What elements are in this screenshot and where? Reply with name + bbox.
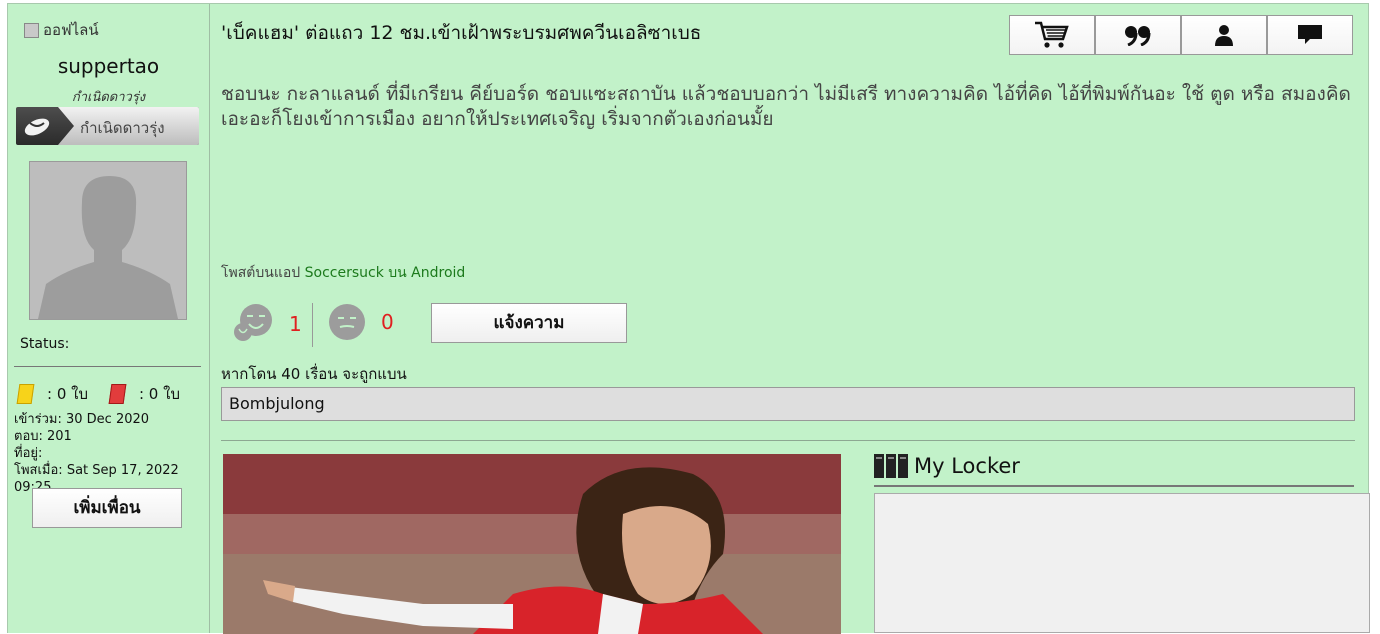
locker-icon (874, 454, 908, 478)
user-icon (1215, 25, 1233, 46)
yellow-card-icon (16, 384, 35, 404)
report-button[interactable]: แจ้งความ (431, 303, 627, 343)
card-counts: : 0 ใบ : 0 ใบ (16, 382, 180, 406)
sandal-icon (24, 118, 50, 136)
post-title[interactable]: 'เบ็คแฮม' ต่อแถว 12 ชม.เข้าเฝ้าพระบรมศพค… (221, 18, 701, 48)
quote-icon (1125, 26, 1151, 46)
locker-header: My Locker (874, 454, 1020, 478)
dislike-vote[interactable]: 0 (327, 302, 394, 342)
locker-title: My Locker (914, 454, 1020, 478)
post-photo[interactable] (223, 454, 841, 634)
dislike-count: 0 (381, 310, 394, 334)
post-container: ออฟไลน์ suppertao กำเนิดดาวรุ่ง กำเนิดดา… (7, 3, 1370, 634)
player-photo (223, 454, 841, 634)
cart-icon (1035, 21, 1069, 48)
user-panel: ออฟไลน์ suppertao กำเนิดดาวรุ่ง กำเนิดดา… (8, 4, 210, 633)
online-status: ออฟไลน์ (24, 18, 99, 42)
profile-button[interactable] (1181, 15, 1267, 55)
rank-title: กำเนิดดาวรุ่ง (71, 90, 146, 105)
laughing-face-icon (234, 304, 272, 341)
avatar[interactable] (29, 161, 187, 320)
signature: Bombjulong (221, 387, 1355, 421)
like-vote[interactable]: 1 (233, 302, 302, 346)
like-count: 1 (289, 312, 302, 336)
offline-indicator-icon (24, 22, 39, 38)
vote-divider (312, 303, 313, 347)
red-card-icon (108, 384, 127, 404)
locker-content (874, 493, 1370, 633)
add-friend-button[interactable]: เพิ่มเพื่อน (32, 488, 182, 528)
app-link[interactable]: Soccersuck บน Android (305, 265, 466, 281)
post-body: ชอบนะ กะลาแลนด์ ที่มีเกรียน คีย์บอร์ด ชอ… (221, 83, 1351, 130)
message-button[interactable] (1267, 15, 1353, 55)
posted-via: โพสต์บนแอป Soccersuck บน Android (221, 262, 465, 284)
posted-via-prefix: โพสต์บนแอป (221, 265, 305, 281)
quote-button[interactable] (1095, 15, 1181, 55)
status-label: Status: (20, 336, 70, 352)
sad-face-icon (329, 304, 365, 340)
cart-button[interactable] (1009, 15, 1095, 55)
online-status-label: ออฟไลน์ (43, 21, 99, 39)
yellow-card-count: : 0 ใบ (47, 385, 88, 403)
rank-badge: กำเนิดดาวรุ่ง (16, 107, 199, 145)
divider (14, 366, 201, 367)
message-icon (1298, 25, 1322, 44)
red-card-count: : 0 ใบ (138, 385, 180, 403)
divider (874, 485, 1354, 487)
post-toolbar (1009, 15, 1353, 55)
username[interactable]: suppertao (8, 54, 209, 78)
ban-note: หากโดน 40 เรื่อน จะถูกแบน (221, 365, 407, 383)
rank-badge-label: กำเนิดดาวรุ่ง (80, 119, 165, 137)
default-avatar-icon (30, 162, 186, 319)
divider (221, 440, 1355, 441)
